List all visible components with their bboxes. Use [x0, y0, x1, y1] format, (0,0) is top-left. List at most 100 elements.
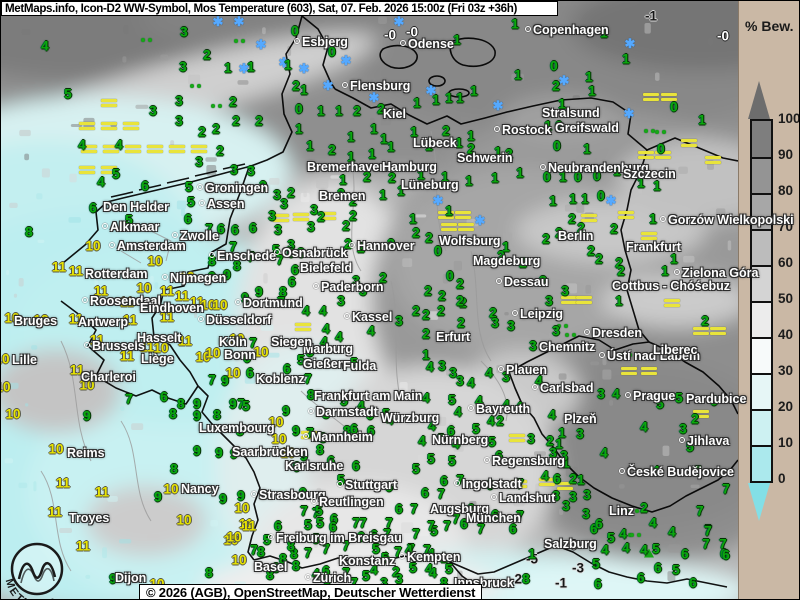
city-label: Karlsruhe — [285, 459, 343, 473]
snow-icon: ✱ — [299, 61, 310, 77]
city-label: Liège — [141, 352, 174, 366]
city-marker-icon — [199, 200, 205, 206]
temperature-value: 3 — [529, 339, 537, 353]
temperature-value: 3 — [552, 324, 560, 338]
temperature-value: 4 — [485, 366, 493, 380]
temperature-value: 7 — [696, 504, 704, 518]
snow-icon: ✱ — [625, 36, 636, 52]
city-label: Flensburg — [342, 79, 410, 93]
city-marker-icon — [399, 553, 405, 559]
temperature-value: 5 — [112, 167, 120, 181]
temperature-value: 4 — [429, 566, 437, 580]
temperature-value: 6 — [288, 275, 296, 289]
temperature-value: 3 — [274, 223, 282, 237]
temperature-value: 10 — [5, 407, 20, 421]
city-label: Ingolstadt — [454, 477, 522, 491]
temperature-value: 1 — [295, 122, 303, 136]
temperature-value: 10 — [226, 530, 241, 544]
city-label: Paderborn — [313, 280, 384, 294]
copyright-text[interactable]: © 2026 (AGB), OpenStreetMap, Deutscher W… — [146, 585, 475, 600]
temperature-value: 1 — [453, 33, 461, 47]
temperature-value: 4 — [612, 387, 620, 401]
temperature-value: 6 — [689, 576, 697, 590]
city-marker-icon — [102, 223, 108, 229]
map-items[interactable]: ✱✱✱✱✱✱✱✱✱✱✱✱✱✱✱✱✱✱4533321123322224423354… — [1, 1, 800, 600]
city-label: Kempten — [399, 550, 460, 564]
city-label: Reutlingen — [311, 495, 384, 509]
city-label: Salzburg — [544, 537, 597, 551]
temperature-value: 9 — [215, 446, 223, 460]
city-marker-icon — [305, 574, 311, 580]
temperature-value: 1 — [370, 122, 378, 136]
city-marker-icon — [344, 313, 350, 319]
fog-icon — [664, 299, 680, 309]
temperature-value: 2 — [229, 95, 237, 109]
fog-icon — [125, 145, 141, 155]
temperature-value: 11 — [56, 476, 70, 490]
temperature-value: 3 — [268, 209, 276, 223]
temperature-value: 0 — [295, 102, 303, 116]
temperature-value: 2 — [292, 79, 300, 93]
temperature-value: 1 — [581, 192, 589, 206]
city-marker-icon — [494, 126, 500, 132]
temperature-value: 5 — [64, 87, 72, 101]
city-label: Osnabrück — [274, 246, 347, 260]
temperature-value: 10 — [147, 254, 162, 268]
drizzle-icon — [630, 524, 644, 542]
city-label: Antwerp — [78, 315, 128, 329]
temperature-value: 5 — [304, 518, 312, 532]
temperature-value: 7 — [412, 527, 420, 541]
city-label: Lüneburg — [401, 178, 459, 192]
temperature-value: 10 — [234, 501, 249, 515]
map-title: MetMaps.info, Icon-D2 WW-Symbol, Mos Tem… — [5, 2, 517, 15]
temperature-value: 5 — [488, 435, 496, 449]
city-label: Koblenz — [256, 372, 305, 386]
city-marker-icon — [197, 184, 203, 190]
temperature-value: 1 — [456, 91, 464, 105]
fog-icon — [101, 99, 117, 109]
temperature-value: 5 — [445, 562, 453, 576]
temperature-value: 1 — [347, 130, 355, 144]
temperature-value: 6 — [141, 179, 149, 193]
city-marker-icon — [498, 366, 504, 372]
temperature-value: 1 — [698, 113, 706, 127]
temperature-value: 4 — [426, 360, 434, 374]
city-label: Regensburg — [484, 454, 565, 468]
temperature-value: 2 — [437, 304, 445, 318]
temperature-value: 1 — [470, 84, 478, 98]
city-label: Stralsund — [542, 106, 600, 120]
city-label: Alkmaar — [102, 220, 159, 234]
temperature-value: 0 — [670, 100, 678, 114]
temperature-value: 1 — [528, 547, 536, 561]
city-label: Bremerhaven — [307, 160, 387, 174]
temperature-value: 3 — [491, 316, 499, 330]
temperature-value: 6 — [637, 571, 645, 585]
temperature-value: 7 — [410, 502, 418, 516]
temperature-value: 3 — [583, 488, 591, 502]
temperature-value: 2 — [232, 114, 240, 128]
temperature-value: 3 — [149, 104, 157, 118]
temperature-value: 2 — [317, 210, 325, 224]
city-label: Brussels — [84, 339, 145, 353]
temperature-value: 2 — [617, 264, 625, 278]
city-label: Düsseldorf — [198, 313, 271, 327]
city-marker-icon — [625, 392, 631, 398]
temperature-value: 8 — [316, 443, 324, 457]
city-label: Copenhagen — [525, 23, 609, 37]
snow-icon: ✱ — [341, 53, 352, 69]
city-marker-icon — [674, 269, 680, 275]
temperature-value: 4 — [622, 541, 630, 555]
snow-icon: ✱ — [256, 37, 267, 53]
snow-icon: ✱ — [475, 213, 486, 229]
city-label: Würzburg — [381, 411, 439, 425]
city-label: Bonn — [224, 348, 256, 362]
temperature-value: 11 — [95, 485, 109, 499]
temperature-value: 1 — [335, 104, 343, 118]
temperature-value: 3 — [247, 164, 255, 178]
city-label: Fulda — [343, 359, 376, 373]
temperature-value: 2 — [212, 122, 220, 136]
temperature-value: 6 — [249, 221, 257, 235]
temperature-value: 8 — [522, 572, 530, 586]
city-label: Plauen — [498, 363, 547, 377]
temperature-value: 7 — [427, 519, 435, 533]
